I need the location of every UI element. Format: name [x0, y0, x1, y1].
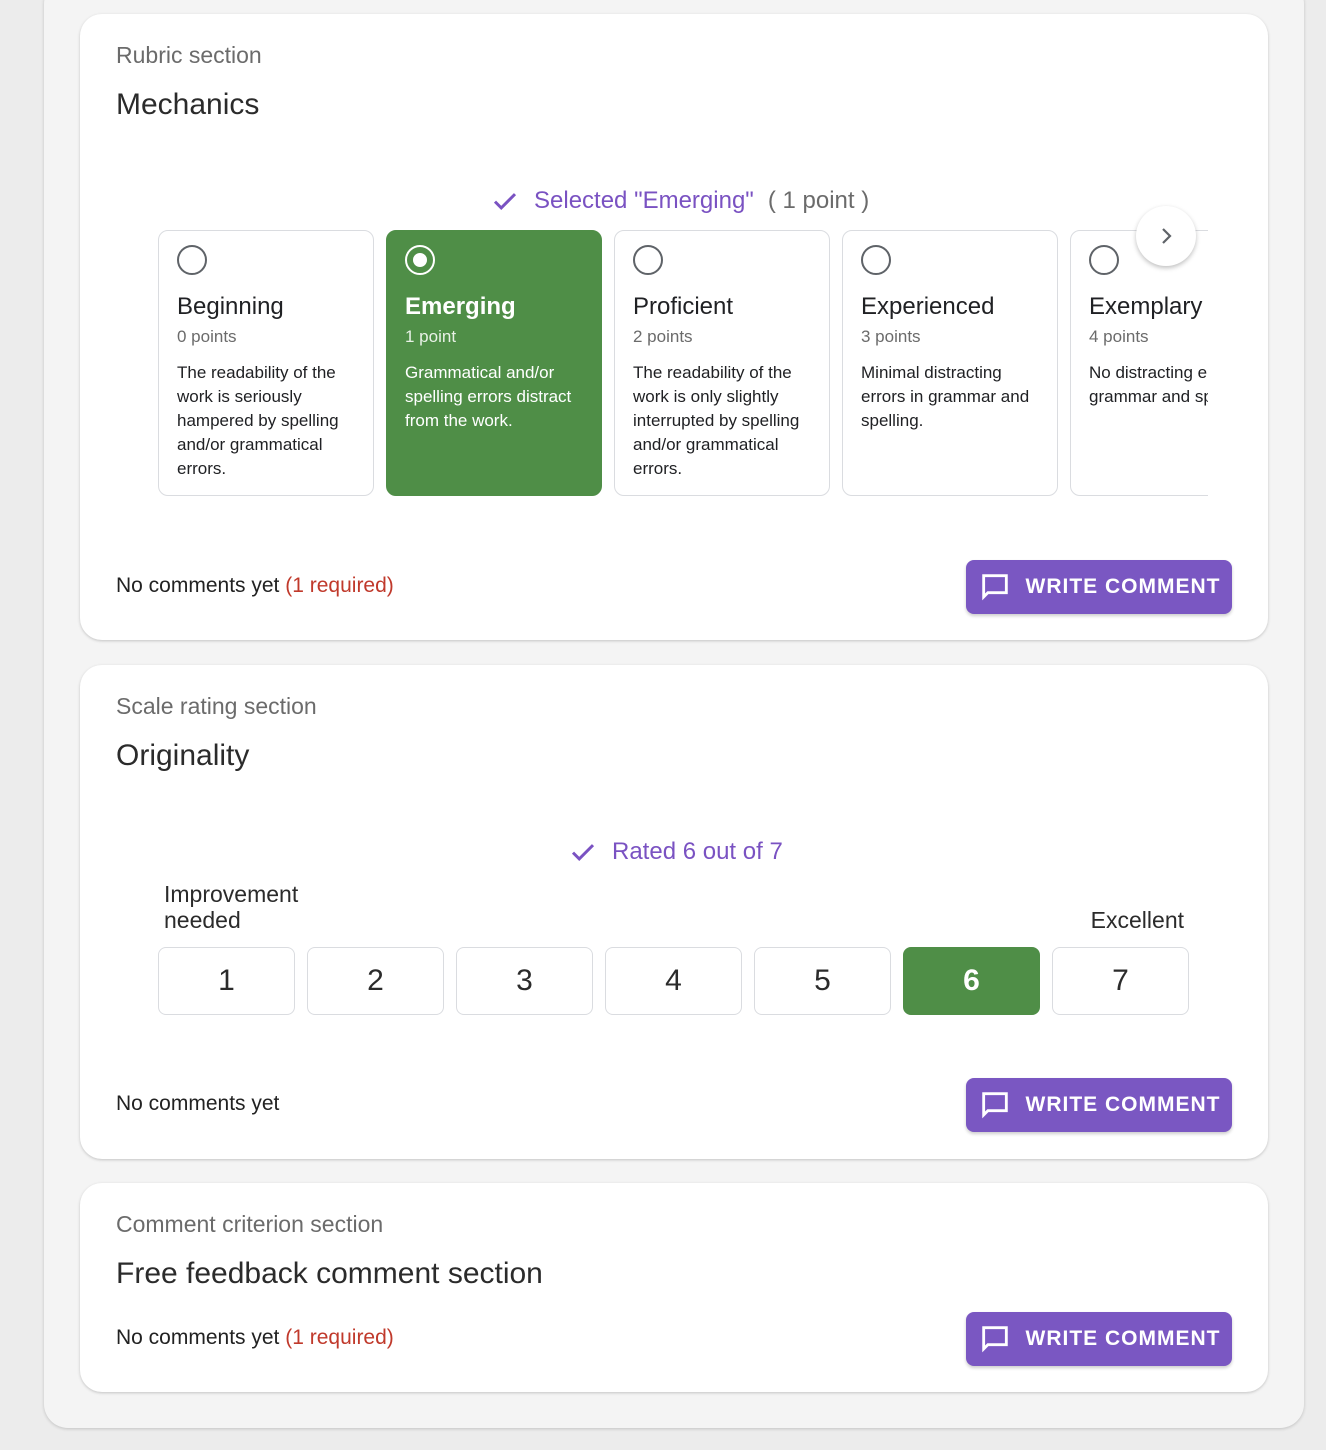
section-type-label: Comment criterion section: [116, 1211, 384, 1237]
radio-button[interactable]: [1089, 245, 1119, 275]
write-comment-label: WRITE COMMENT: [1025, 575, 1221, 598]
rubric-option-description: No distracting errors in grammar and spe…: [1089, 363, 1208, 406]
radio-button[interactable]: [633, 245, 663, 275]
selection-status-text: Selected "Emerging": [534, 187, 754, 214]
write-comment-button[interactable]: WRITE COMMENT: [966, 1312, 1232, 1366]
criterion-title: Mechanics: [116, 88, 260, 121]
rubric-option-points: 1 point: [405, 327, 457, 346]
write-comment-label: WRITE COMMENT: [1025, 1327, 1221, 1350]
comment-icon: [981, 1092, 1008, 1119]
check-icon: [493, 193, 517, 210]
rubric-option-points: 0 points: [177, 327, 237, 346]
scale-options: 1234567: [158, 947, 1189, 1015]
comment-status-text: No comments yet: [116, 1092, 280, 1115]
radio-button[interactable]: [405, 245, 435, 275]
comment-icon: [981, 574, 1008, 601]
rubric-option-name: Experienced: [861, 293, 995, 320]
chevron-right-icon: [1162, 228, 1172, 244]
scale-option-7[interactable]: 7: [1052, 947, 1189, 1015]
comment-status: No comments yet (1 required): [116, 574, 394, 598]
rating-status-text: Rated 6 out of 7: [612, 838, 783, 865]
rubric-option[interactable]: Emerging 1 point Grammatical and/or spelli…: [386, 230, 602, 496]
write-comment-label: WRITE COMMENT: [1025, 1093, 1221, 1116]
rubric-options-carousel: Beginning 0 points The readability of the …: [158, 230, 1208, 496]
radio-button[interactable]: [177, 245, 207, 275]
write-comment-button[interactable]: WRITE COMMENT: [966, 1078, 1232, 1132]
scale-option-6[interactable]: 6: [903, 947, 1040, 1015]
selection-status: Selected "Emerging" ( 1 point ): [490, 186, 869, 216]
rubric-option[interactable]: Beginning 0 points The readability of the …: [158, 230, 374, 496]
scale-option-5[interactable]: 5: [754, 947, 891, 1015]
rubric-option-points: 2 points: [633, 327, 693, 346]
scale-option-4[interactable]: 4: [605, 947, 742, 1015]
comment-status: No comments yet: [116, 1092, 279, 1116]
rubric-section-card: Rubric section Mechanics Selected "Emerg…: [80, 14, 1268, 640]
check-icon: [571, 844, 595, 861]
rubric-option-name: Beginning: [177, 293, 284, 320]
rubric-option-description: Minimal distracting errors in grammar an…: [861, 363, 1030, 430]
radio-button[interactable]: [861, 245, 891, 275]
selection-status-points: ( 1 point ): [767, 187, 870, 214]
rubric-option-name: Exemplary: [1089, 293, 1203, 320]
scale-high-label: Excellent: [1090, 907, 1184, 933]
rubric-option-name: Proficient: [633, 293, 734, 320]
rubric-option-name: Emerging: [405, 293, 516, 320]
comment-status-text: No comments yet: [116, 1326, 280, 1349]
rubric-option[interactable]: Experienced 3 points Minimal distracting e…: [842, 230, 1058, 496]
comment-required-note: (1 required): [285, 1326, 394, 1349]
comment-required-note: (1 required): [285, 574, 394, 597]
scale-low-label: Improvement needed: [164, 881, 299, 933]
rubric-option[interactable]: Exemplary 4 points No distracting errors i…: [1070, 230, 1208, 496]
rubric-option-description: The readability of the work is seriously…: [177, 363, 339, 478]
criterion-title: Free feedback comment section: [116, 1257, 543, 1290]
rubric-option-points: 4 points: [1089, 327, 1149, 346]
scale-option-1[interactable]: 1: [158, 947, 295, 1015]
scale-option-3[interactable]: 3: [456, 947, 593, 1015]
criterion-title: Originality: [116, 739, 250, 772]
rating-status: Rated 6 out of 7: [568, 837, 783, 867]
rubric-option-description: The readability of the work is only slig…: [633, 363, 800, 478]
comment-icon: [981, 1326, 1008, 1353]
section-type-label: Rubric section: [116, 42, 262, 68]
scale-section-card: Scale rating section Originality Rated 6…: [80, 665, 1268, 1159]
rubric-option-description: Grammatical and/or spelling errors distr…: [405, 363, 572, 430]
rubric-option[interactable]: Proficient 2 points The readability of the…: [614, 230, 830, 496]
section-type-label: Scale rating section: [116, 693, 317, 719]
comment-status: No comments yet (1 required): [116, 1326, 394, 1350]
comment-criterion-card: Comment criterion section Free feedback …: [80, 1183, 1268, 1392]
carousel-next-button[interactable]: [1136, 206, 1196, 266]
write-comment-button[interactable]: WRITE COMMENT: [966, 560, 1232, 614]
rubric-option-points: 3 points: [861, 327, 921, 346]
scale-option-2[interactable]: 2: [307, 947, 444, 1015]
comment-status-text: No comments yet: [116, 574, 280, 597]
